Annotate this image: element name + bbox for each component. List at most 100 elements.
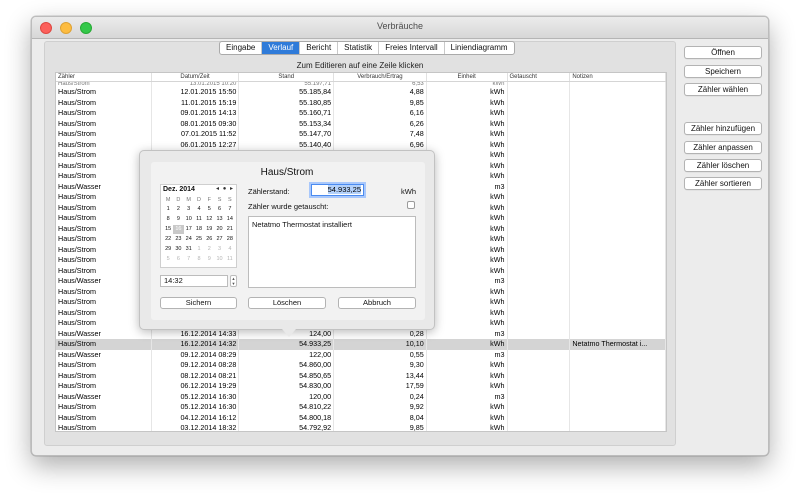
table-row[interactable]: Haus/Strom 08.12.2014 08:21 54.850,65 13,44… [56,370,666,381]
calendar-weekday: S [228,197,232,203]
table-row[interactable]: Haus/Strom 04.12.2014 16:12 54.800,18 8,04 k… [56,412,666,423]
tab-statistik[interactable]: Statistik [338,42,380,54]
table-cell: 9,85 [334,97,427,108]
calendar-day[interactable]: 5 [204,205,214,214]
calendar-day[interactable]: 29 [163,245,173,254]
notes-textarea[interactable]: Netatmo Thermostat installiert [248,216,416,288]
column-header-stand[interactable]: Stand [239,73,335,81]
table-cell [570,192,666,203]
calendar-day[interactable]: 4 [225,245,235,254]
column-header-getauscht[interactable]: Getauscht [508,73,571,81]
column-header-zaehler[interactable]: Zähler [56,73,152,81]
calendar-day[interactable]: 14 [225,215,235,224]
table-row[interactable]: Haus/Strom 12.01.2015 15:50 55.185,84 4,88 k… [56,87,666,98]
open-button[interactable]: Öffnen [684,46,762,59]
edit-meter-button[interactable]: Zähler anpassen [684,141,762,154]
calendar-nav-arrows[interactable]: ◂ ● ▸ [216,185,234,192]
calendar-day[interactable]: 1 [163,205,173,214]
table-cell: kWh [427,97,508,108]
calendar-day[interactable]: 28 [225,235,235,244]
table-cell [570,87,666,98]
delete-entry-button[interactable]: Löschen [248,297,326,309]
calendar-day[interactable]: 17 [184,225,194,234]
calendar-day[interactable]: 10 [214,255,224,264]
table-row[interactable]: Haus/Strom 06.12.2014 19:29 54.830,00 17,59… [56,381,666,392]
table-cell [508,265,571,276]
calendar-day[interactable]: 12 [204,215,214,224]
table-row[interactable]: Haus/Strom 16.12.2014 14:32 54.933,25 10,10… [56,339,666,350]
tab-liniendiagramm[interactable]: Liniendiagramm [445,42,514,54]
calendar-weekday: F [207,197,211,203]
calendar-day[interactable]: 7 [225,205,235,214]
table-cell [508,234,571,245]
calendar-day[interactable]: 8 [194,255,204,264]
calendar-day[interactable]: 2 [173,205,183,214]
calendar-day[interactable]: 15 [163,225,173,234]
time-input[interactable]: 14:32 [160,275,228,287]
table-cell [508,307,571,318]
save-entry-button[interactable]: Sichern [160,297,237,309]
table-row[interactable]: Haus/Strom 11.01.2015 15:19 55.180,85 9,85 k… [56,97,666,108]
table-row[interactable]: Haus/Strom 08.01.2015 09:30 55.153,34 6,26 k… [56,118,666,129]
column-header-verbrauch[interactable]: Verbrauch/Ertrag [334,73,427,81]
table-cell: kWh [427,223,508,234]
sort-meter-button[interactable]: Zähler sortieren [684,177,762,190]
time-stepper[interactable]: ▲ ▼ [230,275,237,287]
tab-freies-intervall[interactable]: Freies Intervall [379,42,445,54]
calendar-day[interactable]: 2 [204,245,214,254]
calendar-day[interactable]: 7 [184,255,194,264]
tab-bericht[interactable]: Bericht [300,42,339,54]
calendar-day[interactable]: 3 [214,245,224,254]
calendar-day[interactable]: 31 [184,245,194,254]
calendar-day[interactable]: 24 [184,235,194,244]
save-button[interactable]: Speichern [684,65,762,78]
column-header-datum[interactable]: Datum/Zeit [152,73,240,81]
table-row[interactable]: Haus/Strom 07.01.2015 11:52 55.147,70 7,48 k… [56,129,666,140]
table-row[interactable]: Haus/Strom 05.12.2014 16:30 54.810,22 9,92 k… [56,402,666,413]
choose-meter-button[interactable]: Zähler wählen [684,83,762,96]
table-row[interactable]: Haus/Wasser 16.12.2014 14:33 124,00 0,28 m3 [56,328,666,339]
table-row[interactable]: Haus/Wasser 09.12.2014 08:29 122,00 0,55 m3 [56,349,666,360]
calendar-day[interactable]: 23 [173,235,183,244]
table-cell [508,118,571,129]
tab-eingabe[interactable]: Eingabe [220,42,263,54]
calendar-day[interactable]: 6 [214,205,224,214]
calendar-day[interactable]: 3 [184,205,194,214]
calendar-day[interactable]: 18 [194,225,204,234]
calendar-day[interactable]: 11 [225,255,235,264]
calendar-day[interactable]: 8 [163,215,173,224]
column-header-einheit[interactable]: Einheit [427,73,508,81]
table-cell: 54.800,18 [239,412,335,423]
calendar-day[interactable]: 20 [214,225,224,234]
calendar-day[interactable]: 9 [173,215,183,224]
cancel-entry-button[interactable]: Abbruch [338,297,416,309]
calendar-day[interactable]: 30 [173,245,183,254]
table-row[interactable]: Haus/Strom 09.01.2015 14:13 55.160,71 6,16 k… [56,108,666,119]
calendar-day[interactable]: 10 [184,215,194,224]
calendar-day[interactable]: 9 [204,255,214,264]
calendar-day[interactable]: 21 [225,225,235,234]
calendar-day[interactable]: 22 [163,235,173,244]
tab-verlauf[interactable]: Verlauf [262,42,301,54]
calendar-day[interactable]: 25 [194,235,204,244]
table-row[interactable]: Haus/Wasser 05.12.2014 16:30 120,00 0,24 m3 [56,391,666,402]
table-row[interactable]: Haus/Strom 06.01.2015 12:27 55.140,40 6,96 k… [56,139,666,150]
calendar-day[interactable]: 4 [194,205,204,214]
calendar-day[interactable]: 11 [194,215,204,224]
calendar-day[interactable]: 1 [194,245,204,254]
calendar-day[interactable]: 13 [214,215,224,224]
reading-input[interactable]: 54.933,25 [311,184,364,196]
column-header-notizen[interactable]: Notizen [570,73,666,81]
delete-meter-button[interactable]: Zähler löschen [684,159,762,172]
replaced-checkbox[interactable] [407,201,415,209]
calendar-day[interactable]: 19 [204,225,214,234]
calendar-day[interactable]: 16 [173,225,184,234]
table-row[interactable]: Haus/Strom 03.12.2014 18:32 54.792,92 9,85 k… [56,423,666,431]
date-picker[interactable]: Dez. 2014 ◂ ● ▸ M D M D F S S 1 2 3 4 5 6 7 8 9 10 11 12 13… [160,184,237,268]
table-row[interactable]: Haus/Strom 09.12.2014 08:28 54.860,00 9,30 k… [56,360,666,371]
calendar-day[interactable]: 5 [163,255,173,264]
calendar-day[interactable]: 26 [204,235,214,244]
add-meter-button[interactable]: Zähler hinzufügen [684,122,762,135]
calendar-day[interactable]: 6 [173,255,183,264]
calendar-day[interactable]: 27 [214,235,224,244]
